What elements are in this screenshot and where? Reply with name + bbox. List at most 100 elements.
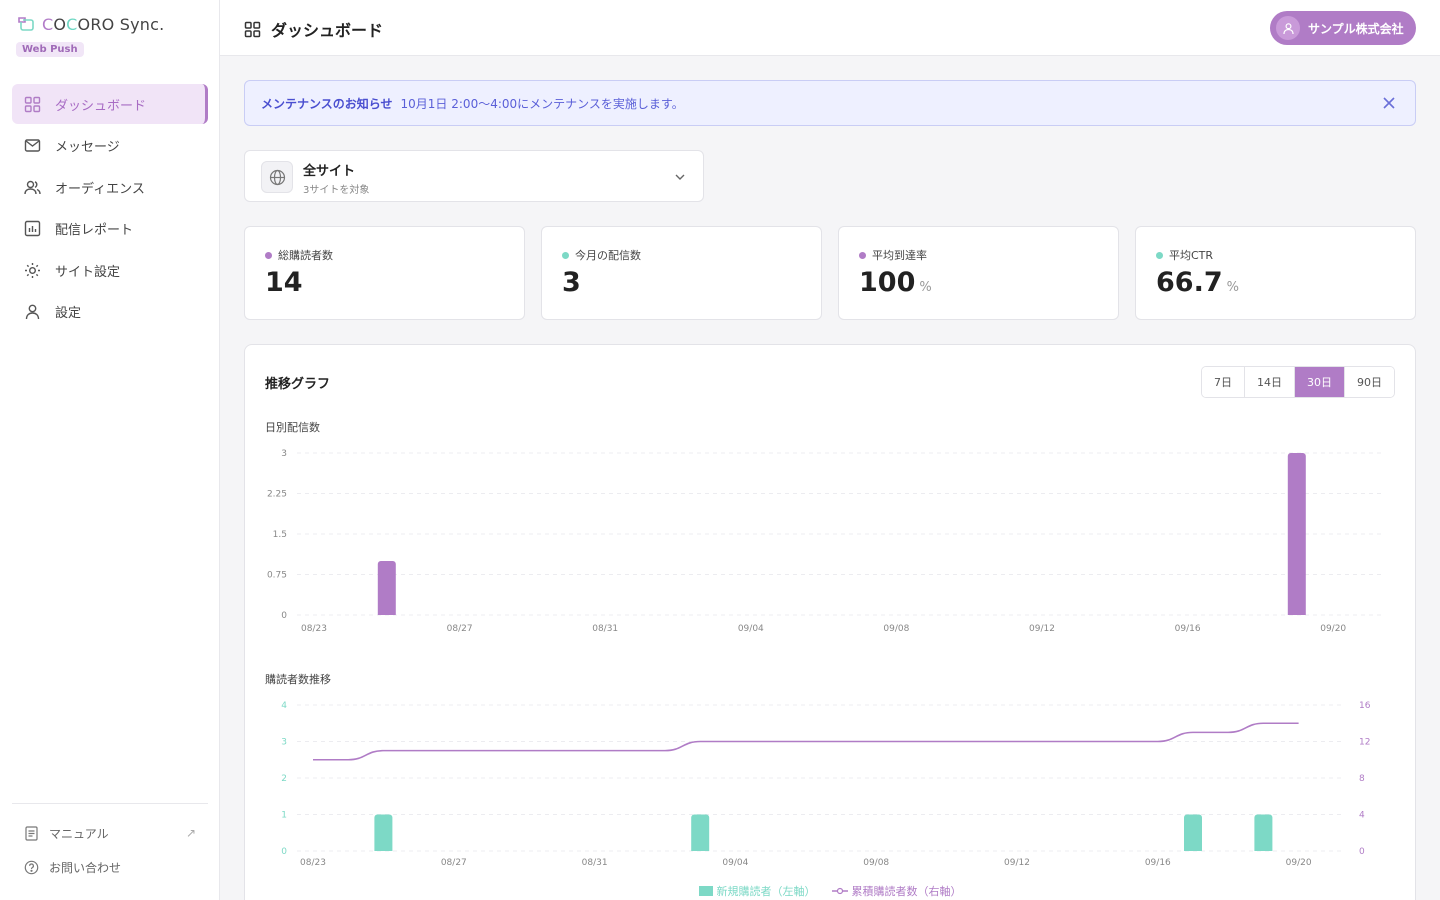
left-y-tick-label: 4 bbox=[281, 701, 287, 711]
stat-unit: % bbox=[919, 280, 932, 295]
status-dot bbox=[1156, 251, 1163, 259]
range-7d-button[interactable]: 7日 bbox=[1202, 367, 1244, 397]
site-count: 3サイトを対象 bbox=[303, 185, 370, 196]
x-tick-label: 08/23 bbox=[300, 858, 326, 868]
sidebar-item-reports[interactable]: 配信レポート bbox=[12, 209, 208, 249]
x-tick-label: 09/12 bbox=[1029, 624, 1055, 634]
bar bbox=[1184, 814, 1202, 851]
heart-chat-icon bbox=[18, 17, 34, 31]
stat-unit: % bbox=[1226, 280, 1239, 295]
stat-label: 今月の配信数 bbox=[562, 247, 641, 263]
external-link-icon: ↗ bbox=[185, 826, 196, 840]
right-y-tick-label: 12 bbox=[1359, 738, 1370, 748]
stat-value: 66.7% bbox=[1156, 267, 1239, 298]
sidebar-item-label: サイト設定 bbox=[55, 264, 121, 280]
range-30d-button[interactable]: 30日 bbox=[1294, 367, 1344, 397]
stat-label: 総購読者数 bbox=[265, 247, 333, 263]
account-name: サンプル株式会社 bbox=[1308, 21, 1404, 36]
stat-label: 平均CTR bbox=[1156, 247, 1213, 263]
sidebar-item-label: 設定 bbox=[55, 306, 82, 321]
stat-label-text: 今月の配信数 bbox=[575, 249, 641, 262]
x-tick-label: 08/31 bbox=[582, 858, 608, 868]
bar-report-icon bbox=[24, 220, 41, 237]
contact-label: お問い合わせ bbox=[49, 860, 122, 875]
manual-label: マニュアル bbox=[49, 826, 109, 841]
x-tick-label: 08/31 bbox=[592, 624, 618, 634]
user-icon bbox=[25, 304, 40, 320]
x-tick-label: 09/20 bbox=[1320, 624, 1346, 634]
sidebar-item-site-settings[interactable]: サイト設定 bbox=[12, 250, 208, 290]
legend-label: 累積購読者数（右軸） bbox=[851, 885, 962, 898]
brand-logo[interactable]: COCORO Sync. bbox=[16, 14, 164, 34]
sidebar-item-messages[interactable]: メッセージ bbox=[12, 126, 208, 166]
bar bbox=[377, 561, 396, 615]
site-selector[interactable]: 全サイト 3サイトを対象 bbox=[244, 150, 704, 202]
banner-text: 10月1日 2:00〜4:00にメンテナンスを実施します。 bbox=[400, 96, 684, 111]
y-tick-label: 3 bbox=[281, 449, 287, 459]
brand-name: COCORO Sync. bbox=[42, 14, 165, 34]
x-tick-label: 09/12 bbox=[1004, 858, 1030, 868]
x-tick-label: 09/04 bbox=[738, 624, 764, 634]
x-tick-label: 08/27 bbox=[447, 624, 473, 634]
x-tick-label: 09/08 bbox=[863, 858, 889, 868]
subscribers-chart: 01234048121608/23 08/27 08/31 09/04 09/08 09/… bbox=[281, 701, 1370, 868]
legend-cumulative-subscribers[interactable]: 累積購読者数（右軸） bbox=[831, 883, 962, 899]
globe-icon bbox=[261, 161, 293, 193]
sidebar-item-dashboard[interactable]: ダッシュボード bbox=[12, 84, 208, 124]
y-tick-label: 0.75 bbox=[267, 571, 287, 581]
stat-label: 平均到達率 bbox=[859, 247, 927, 263]
range-14d-button[interactable]: 14日 bbox=[1244, 367, 1294, 397]
sidebar-item-settings[interactable]: 設定 bbox=[12, 292, 208, 332]
contact-link[interactable]: お問い合わせ bbox=[12, 850, 208, 884]
bar bbox=[374, 814, 393, 851]
stat-label-text: 平均到達率 bbox=[872, 249, 927, 262]
bar bbox=[1254, 814, 1273, 851]
sidebar-item-label: 配信レポート bbox=[55, 223, 134, 238]
x-tick-label: 09/20 bbox=[1286, 858, 1312, 868]
left-y-tick-label: 3 bbox=[281, 738, 287, 748]
stat-number: 66.7 bbox=[1156, 267, 1223, 298]
x-tick-label: 09/08 bbox=[883, 624, 909, 634]
range-90d-button[interactable]: 90日 bbox=[1344, 367, 1394, 397]
stat-value: 100% bbox=[859, 267, 932, 298]
stat-card-ctr: 平均CTR 66.7% bbox=[1135, 226, 1416, 320]
sidebar-item-audience[interactable]: オーディエンス bbox=[12, 167, 208, 207]
manual-link[interactable]: マニュアル ↗ bbox=[12, 816, 208, 850]
sidebar-item-label: ダッシュボード bbox=[55, 98, 147, 114]
y-tick-label: 1.5 bbox=[273, 530, 287, 540]
maintenance-banner: メンテナンスのお知らせ 10月1日 2:00〜4:00にメンテナンスを実施します… bbox=[244, 80, 1416, 126]
sidebar: COCORO Sync. Web Push ダッシュボード メッセージ オーディ… bbox=[0, 0, 220, 900]
user-icon bbox=[1282, 22, 1294, 34]
close-icon[interactable] bbox=[1379, 93, 1399, 113]
legend-new-subscribers[interactable]: 新規購読者（左軸） bbox=[698, 883, 816, 899]
right-y-tick-label: 8 bbox=[1359, 774, 1365, 784]
document-icon bbox=[25, 825, 38, 841]
bar bbox=[1287, 453, 1306, 615]
stat-card-monthly-sends: 今月の配信数 3 bbox=[541, 226, 822, 320]
right-y-tick-label: 0 bbox=[1359, 847, 1365, 857]
account-button[interactable]: サンプル株式会社 bbox=[1270, 11, 1416, 45]
status-dot bbox=[859, 251, 866, 259]
chart-legend: 新規購読者（左軸） 累積購読者数（右軸） bbox=[245, 883, 1415, 899]
daily-sends-chart: 0 0.75 1.5 2.25 3 08/23 08/27 08/31 09/04 09/08 09… bbox=[267, 449, 1385, 634]
banner-title: メンテナンスのお知らせ bbox=[261, 96, 393, 111]
avatar bbox=[1276, 16, 1300, 40]
legend-swatch bbox=[698, 886, 713, 896]
x-tick-label: 08/23 bbox=[301, 624, 327, 634]
right-y-tick-label: 4 bbox=[1359, 811, 1365, 821]
grid-icon bbox=[24, 96, 41, 112]
stat-label-text: 総購読者数 bbox=[278, 249, 333, 262]
stat-number: 14 bbox=[265, 267, 303, 298]
page-title: ダッシュボード bbox=[244, 17, 383, 41]
x-tick-label: 08/27 bbox=[441, 858, 467, 868]
sun-gear-icon bbox=[25, 262, 40, 278]
stat-card-delivery-rate: 平均到達率 100% bbox=[838, 226, 1119, 320]
trend-panel: 推移グラフ 7日 14日 30日 90日 日別配信数 0 0.75 1.5 2.25 3… bbox=[244, 344, 1416, 900]
sidebar-nav: ダッシュボード メッセージ オーディエンス 配信レポート サイト設定 設定 bbox=[12, 84, 208, 333]
left-y-tick-label: 1 bbox=[281, 811, 287, 821]
subscribers-title: 購読者数推移 bbox=[265, 673, 331, 686]
left-y-tick-label: 2 bbox=[281, 774, 287, 784]
legend-line-swatch bbox=[831, 887, 848, 895]
sidebar-item-label: オーディエンス bbox=[55, 181, 145, 197]
mail-icon bbox=[24, 139, 41, 152]
